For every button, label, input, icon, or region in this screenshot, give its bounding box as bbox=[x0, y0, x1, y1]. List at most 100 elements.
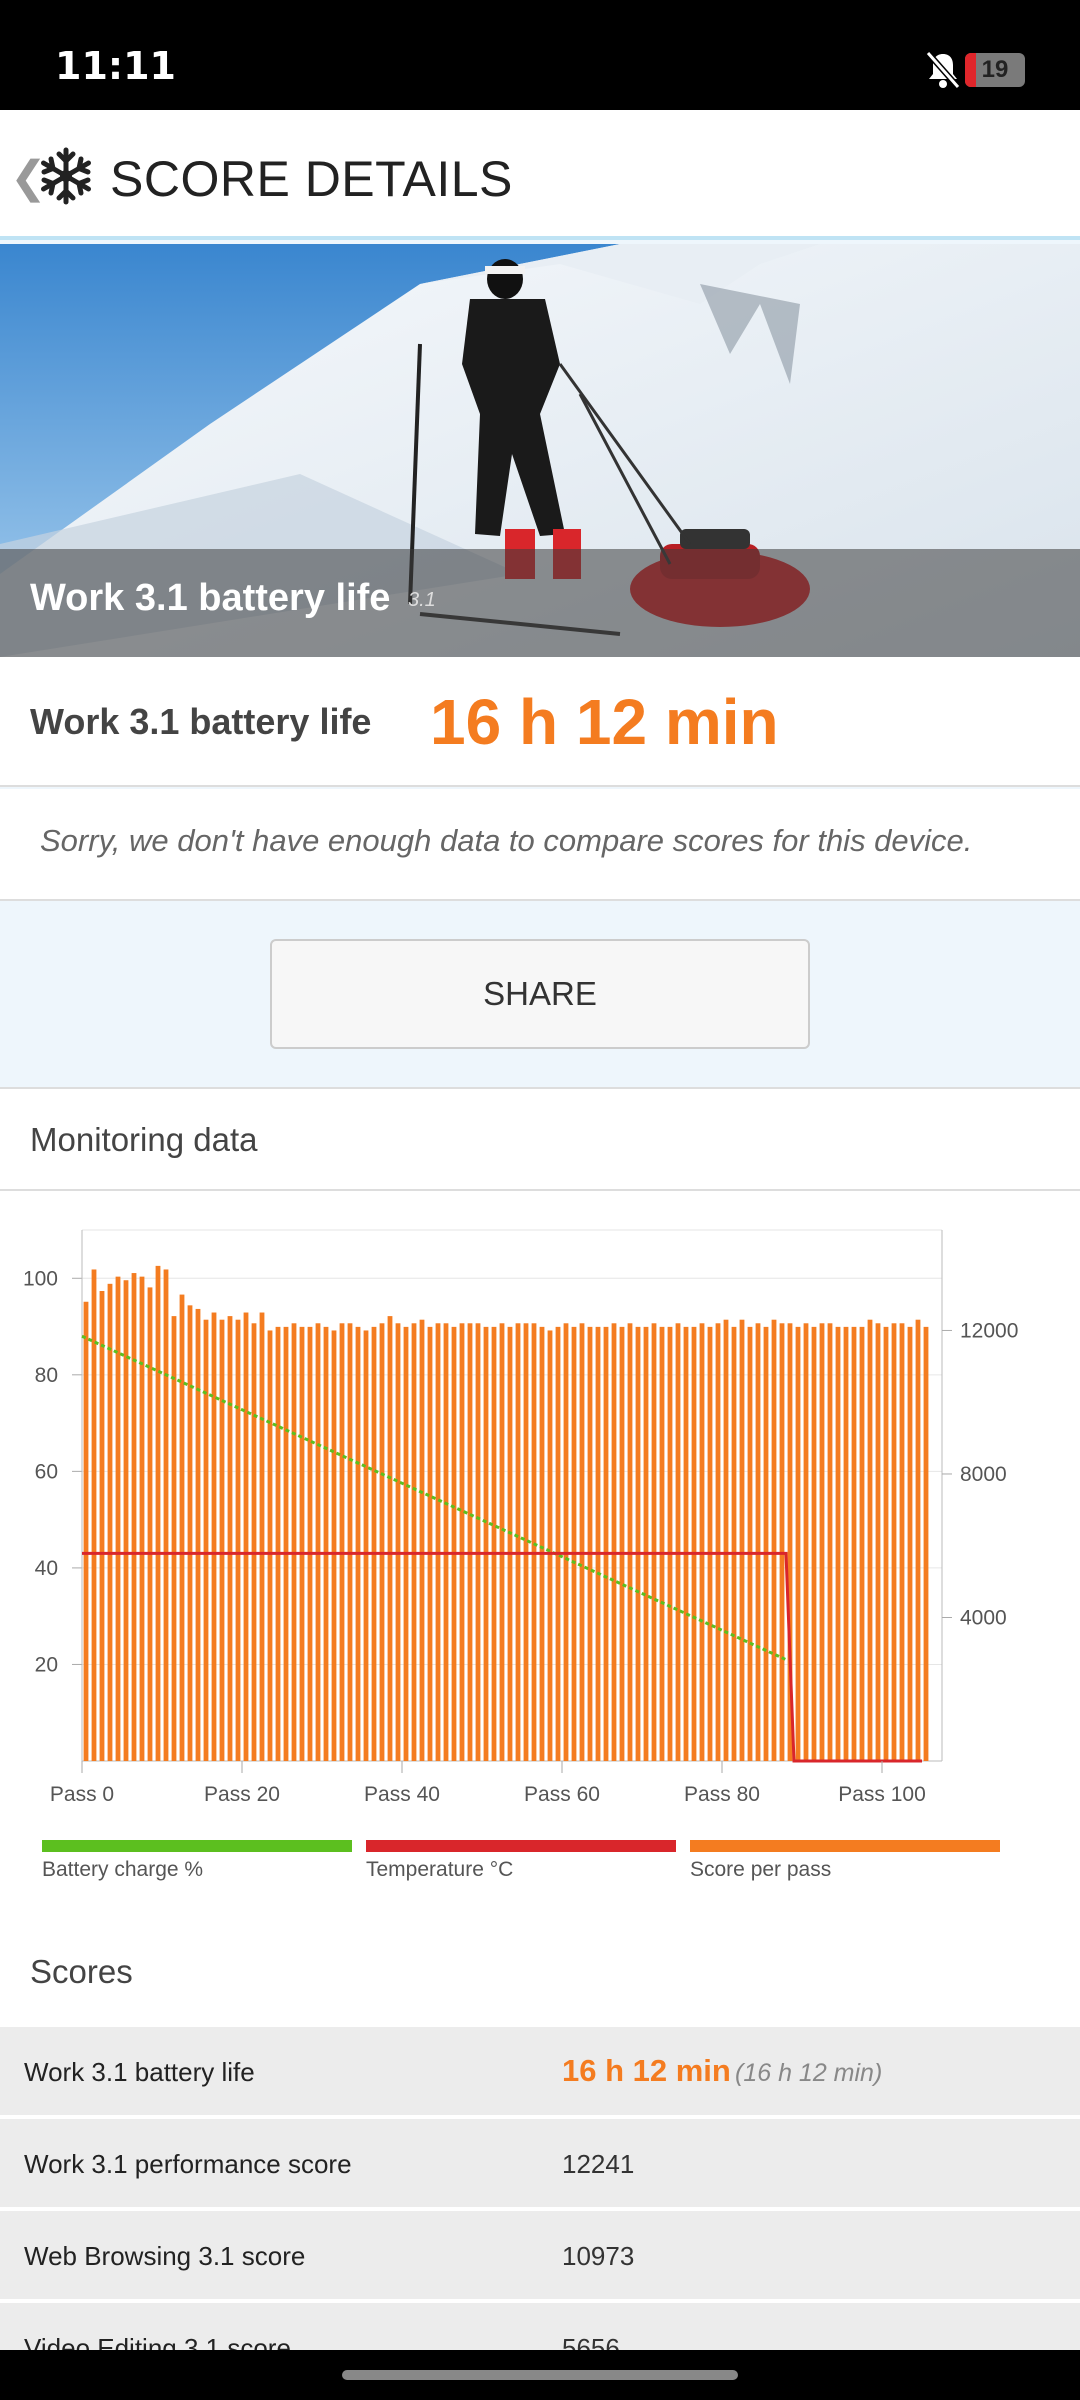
legend-swatch bbox=[42, 1840, 352, 1852]
y-left-tick-label: 40 bbox=[35, 1557, 58, 1580]
score-bar bbox=[667, 1326, 673, 1761]
score-bar bbox=[891, 1323, 897, 1761]
score-bar bbox=[227, 1316, 233, 1761]
score-bar bbox=[571, 1326, 577, 1761]
score-bar bbox=[347, 1323, 353, 1761]
score-bar bbox=[811, 1326, 817, 1761]
score-bar bbox=[99, 1290, 105, 1761]
battery-icon: 19 bbox=[965, 53, 1025, 87]
scores-table: Work 3.1 battery life 16 h 12 min (16 h … bbox=[0, 2027, 1080, 2395]
score-bar bbox=[699, 1323, 705, 1761]
score-bar bbox=[707, 1326, 713, 1761]
score-bar bbox=[139, 1276, 145, 1761]
y-right-tick-label: 4000 bbox=[960, 1606, 1007, 1629]
score-bar bbox=[803, 1323, 809, 1761]
score-row-battery-life: Work 3.1 battery life 16 h 12 min (16 h … bbox=[0, 2027, 1080, 2119]
score-bar bbox=[747, 1326, 753, 1761]
result-label: Work 3.1 battery life bbox=[30, 701, 372, 742]
score-name: Work 3.1 battery life bbox=[24, 2057, 255, 2087]
score-bar bbox=[371, 1326, 377, 1761]
score-bar bbox=[267, 1330, 273, 1761]
y-left-tick-label: 100 bbox=[23, 1267, 58, 1290]
score-bar bbox=[859, 1326, 865, 1761]
monitoring-title: Monitoring data bbox=[30, 1121, 258, 1158]
score-bar bbox=[195, 1308, 201, 1761]
score-bar bbox=[323, 1326, 329, 1761]
score-bar bbox=[179, 1294, 185, 1761]
legend-label: Battery charge % bbox=[42, 1858, 204, 1881]
x-tick-label: Pass 60 bbox=[524, 1783, 600, 1806]
score-bar bbox=[251, 1323, 257, 1761]
score-bar bbox=[507, 1326, 513, 1761]
score-value: 12241 bbox=[562, 2149, 635, 2179]
hero-version: 3.1 bbox=[408, 589, 436, 611]
score-bar bbox=[779, 1323, 785, 1761]
score-bar bbox=[387, 1316, 393, 1761]
x-tick-label: Pass 40 bbox=[364, 1783, 440, 1806]
score-name: Work 3.1 performance score bbox=[24, 2149, 352, 2179]
score-bar bbox=[627, 1323, 633, 1761]
score-value: 10973 bbox=[562, 2241, 635, 2271]
score-value: 16 h 12 min bbox=[562, 2053, 731, 2088]
scores-title: Scores bbox=[30, 1953, 133, 1990]
score-row-performance: Work 3.1 performance score 12241 bbox=[0, 2119, 1080, 2211]
hero-title: Work 3.1 battery life bbox=[30, 577, 391, 619]
score-bar bbox=[755, 1323, 761, 1761]
score-bar bbox=[107, 1283, 113, 1761]
score-bar bbox=[275, 1326, 281, 1761]
score-bar bbox=[883, 1326, 889, 1761]
share-button[interactable]: SHARE bbox=[270, 939, 810, 1049]
score-bar bbox=[211, 1312, 217, 1761]
legend-label: Score per pass bbox=[690, 1858, 832, 1881]
score-bar bbox=[283, 1326, 289, 1761]
battery-percent: 19 bbox=[981, 56, 1009, 83]
score-bar bbox=[379, 1323, 385, 1761]
score-bar bbox=[435, 1323, 441, 1761]
score-bar bbox=[203, 1319, 209, 1761]
score-bar bbox=[715, 1323, 721, 1761]
hero-image: Work 3.1 battery life 3.1 bbox=[0, 244, 1080, 657]
score-bar bbox=[851, 1326, 857, 1761]
score-bar bbox=[795, 1326, 801, 1761]
score-value-secondary: (16 h 12 min) bbox=[735, 2059, 883, 2087]
score-bar bbox=[827, 1323, 833, 1761]
status-time: 11:11 bbox=[55, 44, 176, 88]
score-bar bbox=[451, 1326, 457, 1761]
score-bar bbox=[771, 1319, 777, 1761]
score-bar bbox=[595, 1326, 601, 1761]
score-name: Web Browsing 3.1 score bbox=[24, 2241, 306, 2271]
score-bar bbox=[675, 1323, 681, 1761]
score-bar bbox=[907, 1326, 913, 1761]
score-bar bbox=[683, 1326, 689, 1761]
score-bar bbox=[403, 1326, 409, 1761]
score-bar bbox=[723, 1319, 729, 1761]
score-bar bbox=[875, 1323, 881, 1761]
score-bar bbox=[603, 1326, 609, 1761]
y-left-tick-label: 20 bbox=[35, 1653, 58, 1676]
home-gesture-handle[interactable] bbox=[342, 2370, 738, 2380]
y-right-tick-label: 12000 bbox=[960, 1319, 1018, 1342]
score-bar bbox=[259, 1312, 265, 1761]
score-bar bbox=[731, 1326, 737, 1761]
x-tick-label: Pass 100 bbox=[838, 1783, 926, 1806]
score-bar bbox=[395, 1323, 401, 1761]
score-bar bbox=[539, 1326, 545, 1761]
score-bar bbox=[219, 1319, 225, 1761]
score-bar bbox=[419, 1319, 425, 1761]
score-bar bbox=[691, 1326, 697, 1761]
legend-swatch bbox=[690, 1840, 1000, 1852]
score-bar bbox=[475, 1323, 481, 1761]
score-bar bbox=[579, 1323, 585, 1761]
score-bar bbox=[499, 1323, 505, 1761]
score-bar bbox=[363, 1330, 369, 1761]
score-bar bbox=[83, 1301, 89, 1761]
page-title: SCORE DETAILS bbox=[110, 151, 513, 207]
score-bar bbox=[171, 1316, 177, 1761]
score-bar bbox=[555, 1326, 561, 1761]
score-bar bbox=[739, 1319, 745, 1761]
score-bar bbox=[531, 1323, 537, 1761]
score-bar bbox=[187, 1305, 193, 1761]
legend-label: Temperature °C bbox=[366, 1858, 514, 1881]
score-row-web-browsing: Web Browsing 3.1 score 10973 bbox=[0, 2211, 1080, 2303]
score-bar bbox=[235, 1319, 241, 1761]
